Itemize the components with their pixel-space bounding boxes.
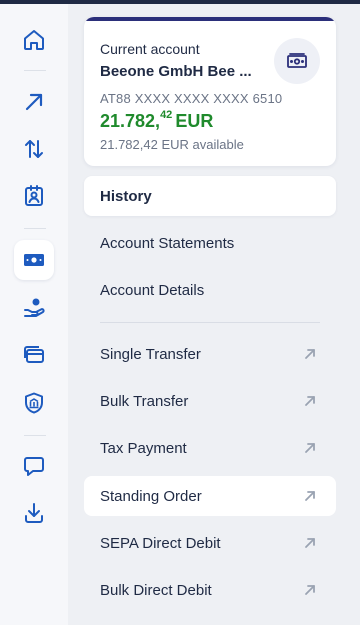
balance-currency: EUR bbox=[175, 111, 214, 131]
account-type: Current account bbox=[100, 41, 200, 57]
rail-transfers-button[interactable] bbox=[14, 129, 54, 169]
rail-security-button[interactable] bbox=[14, 383, 54, 423]
contact-card-icon bbox=[25, 185, 43, 206]
download-icon bbox=[25, 503, 43, 523]
menu-item-label: Tax Payment bbox=[100, 439, 187, 457]
menu-divider bbox=[100, 322, 320, 323]
rail-loans-button[interactable] bbox=[14, 288, 54, 328]
cash-icon bbox=[287, 53, 307, 68]
menu-item-label: Bulk Transfer bbox=[100, 392, 189, 410]
menu-item-tax-payment[interactable]: Tax Payment bbox=[84, 428, 336, 468]
menu-item-account-details[interactable]: Account Details bbox=[84, 270, 336, 310]
external-arrow-icon bbox=[305, 396, 315, 406]
menu-item-label: Single Transfer bbox=[100, 345, 201, 363]
hand-coin-icon bbox=[24, 298, 45, 317]
menu-item-sepa-direct-debit[interactable]: SEPA Direct Debit bbox=[84, 523, 336, 563]
menu-item-label: Account Statements bbox=[100, 234, 235, 252]
menu-item-label: Standing Order bbox=[100, 487, 202, 505]
bank-shield-icon bbox=[25, 392, 43, 414]
rail-cards-button[interactable] bbox=[14, 335, 54, 375]
external-arrow-icon bbox=[305, 491, 315, 501]
external-arrow-icon bbox=[305, 349, 315, 359]
arrows-up-down-icon bbox=[25, 140, 43, 158]
menu-item-single-transfer[interactable]: Single Transfer bbox=[84, 334, 336, 374]
rail-contacts-button[interactable] bbox=[14, 176, 54, 216]
menu-item-bulk-transfer[interactable]: Bulk Transfer bbox=[84, 381, 336, 421]
menu-item-label: Account Details bbox=[100, 281, 205, 299]
balance-main: 21.782, bbox=[100, 111, 161, 131]
external-arrow-icon bbox=[305, 585, 315, 595]
arrow-up-right-icon bbox=[25, 93, 43, 111]
cash-icon bbox=[24, 254, 44, 266]
menu-item-label: SEPA Direct Debit bbox=[100, 534, 221, 552]
account-iban: AT88 XXXX XXXX XXXX 6510 bbox=[100, 91, 283, 106]
menu-item-label: Bulk Direct Debit bbox=[100, 581, 212, 599]
rail-accounts-button[interactable] bbox=[14, 240, 54, 280]
menu-item-account-statements[interactable]: Account Statements bbox=[84, 223, 336, 263]
account-cash-button[interactable] bbox=[274, 38, 320, 84]
balance-cents: 42 bbox=[160, 109, 173, 121]
menu-item-label: History bbox=[100, 187, 152, 205]
card-icon bbox=[24, 346, 44, 363]
menu-item-bulk-direct-debit[interactable]: Bulk Direct Debit bbox=[84, 570, 336, 610]
chat-bubble-icon bbox=[24, 457, 44, 476]
rail-send-button[interactable] bbox=[14, 82, 54, 122]
menu-item-history[interactable]: History bbox=[84, 176, 336, 216]
menu-item-standing-order[interactable]: Standing Order bbox=[84, 476, 336, 516]
rail-home-button[interactable] bbox=[14, 20, 54, 60]
external-arrow-icon bbox=[305, 538, 315, 548]
account-card[interactable]: Current account Beeone GmbH Bee ... AT88… bbox=[84, 17, 336, 166]
account-balance: 21.782,42 EUR bbox=[100, 109, 214, 132]
home-icon bbox=[24, 30, 44, 50]
card-accent-bar bbox=[84, 17, 336, 21]
rail-divider bbox=[24, 435, 46, 436]
account-name: Beeone GmbH Bee ... bbox=[100, 63, 252, 80]
rail-divider bbox=[24, 228, 46, 229]
side-rail bbox=[0, 4, 68, 625]
rail-divider bbox=[24, 70, 46, 71]
rail-messages-button[interactable] bbox=[14, 446, 54, 486]
available-balance: 21.782,42 EUR available bbox=[100, 137, 244, 152]
external-arrow-icon bbox=[305, 443, 315, 453]
rail-downloads-button[interactable] bbox=[14, 493, 54, 533]
